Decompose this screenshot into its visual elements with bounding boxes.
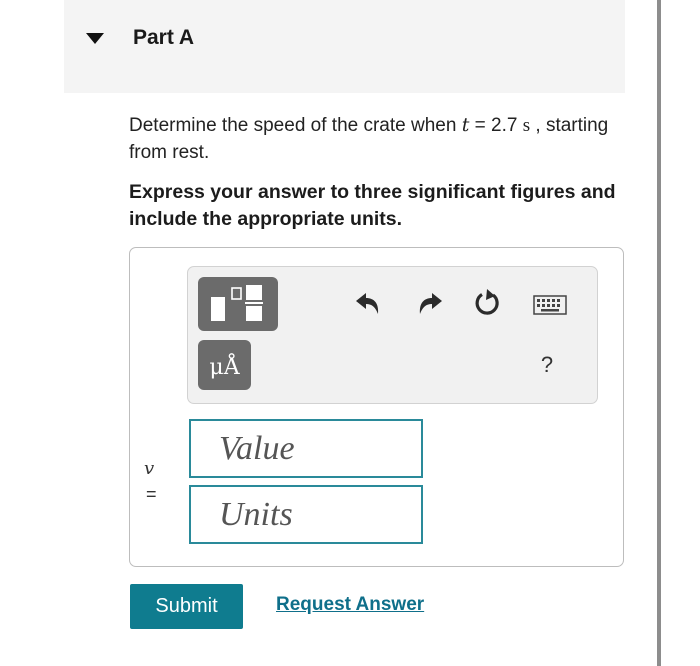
answer-equals-sign: = bbox=[146, 484, 157, 504]
request-answer-link[interactable]: Request Answer bbox=[276, 594, 424, 616]
problem-page: Part A Determine the speed of the crate … bbox=[0, 0, 700, 666]
part-title: Part A bbox=[133, 26, 195, 49]
time-equals-value: = 2.7 bbox=[469, 115, 523, 136]
units-button[interactable]: μÅ bbox=[198, 340, 251, 390]
templates-icon bbox=[211, 285, 263, 321]
question-text-start: Determine the speed of the crate when bbox=[129, 115, 462, 136]
question-text: Determine the speed of the crate when t … bbox=[129, 112, 639, 166]
scroll-divider bbox=[657, 0, 661, 666]
answer-variable: v bbox=[144, 458, 155, 479]
collapse-caret-icon[interactable] bbox=[86, 33, 104, 44]
reset-circular-arrow-icon[interactable] bbox=[474, 288, 502, 318]
redo-arrow-icon[interactable] bbox=[417, 290, 443, 316]
units-input[interactable] bbox=[191, 487, 421, 542]
time-unit: s bbox=[522, 115, 531, 136]
keyboard-icon[interactable] bbox=[533, 295, 567, 315]
value-input[interactable] bbox=[191, 421, 421, 476]
submit-button[interactable]: Submit bbox=[130, 584, 243, 629]
value-field bbox=[189, 419, 423, 478]
templates-button[interactable] bbox=[198, 277, 278, 331]
undo-arrow-icon[interactable] bbox=[355, 290, 381, 316]
units-field bbox=[189, 485, 423, 544]
answer-instruction: Express your answer to three significant… bbox=[129, 181, 616, 230]
help-button[interactable]: ? bbox=[535, 352, 559, 380]
